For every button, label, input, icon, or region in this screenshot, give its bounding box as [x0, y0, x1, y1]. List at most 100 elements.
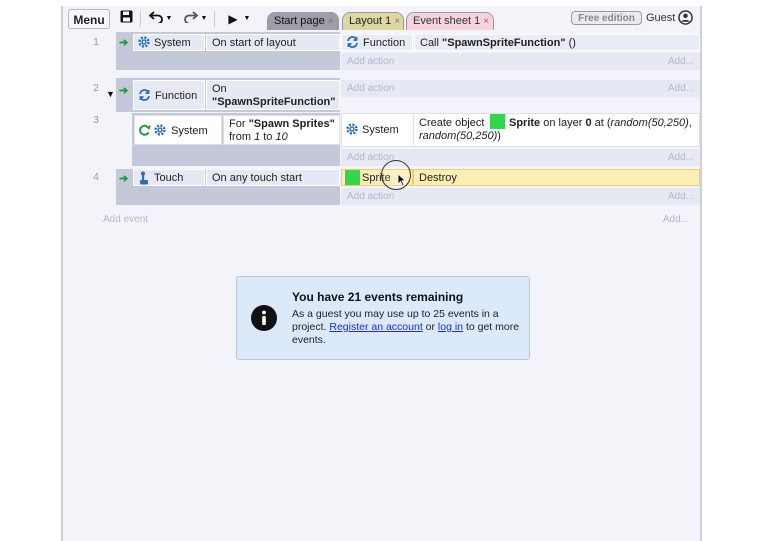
tab-start-page[interactable]: Start page ×: [267, 12, 339, 30]
trigger-arrow-icon: ➔: [119, 37, 129, 49]
close-tab-icon[interactable]: ×: [483, 16, 489, 27]
add-event-row[interactable]: Add event Add...: [63, 210, 700, 227]
action-object-name: Function: [363, 37, 406, 49]
action-label: Destroy: [419, 172, 457, 184]
action-label-line: Create object: [419, 117, 484, 130]
action-label-comma: ,: [688, 117, 692, 129]
tab-label: Event sheet 1: [413, 15, 481, 27]
action-label-prefix: Call: [420, 37, 443, 49]
condition-object-name: System: [171, 125, 208, 137]
event-sheet[interactable]: 1 ➔ System On start of layout Function C…: [63, 32, 700, 541]
condition-text[interactable]: On any touch start: [206, 169, 340, 186]
free-edition-badge[interactable]: Free edition: [571, 11, 642, 25]
close-tab-icon[interactable]: ×: [328, 16, 334, 27]
action-label-line: random(50,250)): [419, 130, 501, 143]
action-text[interactable]: Destroy: [413, 169, 700, 186]
add-action-link[interactable]: Add action: [347, 190, 394, 203]
gear-icon: [346, 123, 358, 139]
toolbar-divider: [140, 11, 141, 27]
close-tab-icon[interactable]: ×: [394, 16, 400, 27]
notice-body: As a guest you may use up to 25 events i…: [292, 308, 522, 347]
sprite-thumbnail: [490, 114, 505, 129]
undo-icon[interactable]: [147, 10, 165, 28]
gear-icon: [138, 36, 150, 52]
condition-label-mid: to: [260, 131, 276, 143]
condition-label-line: from 1 to 10: [229, 131, 288, 144]
loop-icon: [138, 124, 151, 140]
redo-icon[interactable]: [181, 10, 199, 28]
add-event-link[interactable]: Add event: [103, 213, 148, 226]
mouse-pointer-icon: [397, 173, 407, 187]
add-event-more-link[interactable]: Add...: [663, 213, 689, 226]
trigger-arrow-icon: ➔: [119, 173, 129, 185]
action-text[interactable]: Call "SpawnSpriteFunction" (): [414, 34, 700, 51]
condition-object[interactable]: Function: [133, 80, 205, 110]
action-object[interactable]: System: [342, 114, 412, 146]
action-label-close: ): [497, 130, 501, 142]
add-action-row[interactable]: Add action Add...: [341, 53, 700, 70]
action-label-mid: on layer: [540, 117, 586, 129]
notice-title: You have 21 events remaining: [292, 290, 464, 304]
add-more-link[interactable]: Add...: [668, 82, 694, 95]
collapse-arrow-icon[interactable]: ▼: [106, 89, 115, 99]
register-account-link[interactable]: Register an account: [329, 321, 422, 333]
tab-label: Start page: [274, 15, 325, 27]
condition-text[interactable]: On start of layout: [206, 34, 340, 51]
condition-text[interactable]: For "Spawn Sprites" from 1 to 10: [223, 115, 340, 145]
tab-layout-1[interactable]: Layout 1 ×: [342, 12, 404, 30]
info-icon: [251, 305, 277, 331]
condition-text[interactable]: On "SpawnSpriteFunction": [206, 80, 340, 110]
function-name: "SpawnSpriteFunction": [212, 96, 336, 108]
condition-label-prefix: from: [229, 131, 255, 143]
user-account-icon[interactable]: [678, 10, 694, 26]
action-object[interactable]: Function: [341, 34, 413, 51]
condition-label-prefix: For: [229, 118, 249, 130]
condition-object[interactable]: System: [134, 115, 222, 145]
condition-object-name: Touch: [154, 172, 184, 184]
add-more-link[interactable]: Add...: [668, 55, 694, 68]
tab-event-sheet-1[interactable]: Event sheet 1 ×: [406, 12, 494, 30]
play-dropdown-icon[interactable]: ▼: [243, 10, 251, 28]
redo-dropdown-icon[interactable]: ▼: [200, 10, 208, 28]
gear-icon: [154, 124, 166, 140]
event-number: 4: [93, 172, 99, 183]
sprite-thumbnail: [345, 170, 360, 185]
user-name[interactable]: Guest: [646, 11, 675, 25]
condition-label-line: On: [212, 83, 227, 95]
condition-label: On start of layout: [212, 37, 296, 49]
loop-name: "Spawn Sprites": [248, 118, 335, 130]
condition-object[interactable]: Touch: [133, 169, 205, 186]
save-icon[interactable]: [118, 10, 134, 28]
action-label-line: Sprite on layer 0 at (random(50,250),: [509, 117, 692, 130]
construct-editor: Menu ▼ ▼ ▶ ▼ Start page × Layout 1 × Event…: [61, 6, 702, 541]
add-action-row[interactable]: Add action Add...: [341, 188, 700, 205]
undo-dropdown-icon[interactable]: ▼: [165, 10, 173, 28]
function-name: "SpawnSpriteFunction": [442, 37, 566, 49]
function-icon: [346, 36, 359, 52]
menu-button[interactable]: Menu: [68, 9, 110, 29]
add-more-link[interactable]: Add...: [668, 151, 694, 164]
play-icon[interactable]: ▶: [226, 10, 240, 28]
loop-end-value: 10: [275, 131, 288, 143]
action-label-at: at (: [591, 117, 611, 129]
action-object-name: System: [362, 124, 399, 136]
add-action-link[interactable]: Add action: [347, 55, 394, 68]
condition-object-name: System: [154, 37, 191, 49]
add-more-link[interactable]: Add...: [668, 190, 694, 203]
add-action-link[interactable]: Add action: [347, 82, 394, 95]
action-label-suffix: (): [565, 37, 576, 49]
action-label: Call "SpawnSpriteFunction" (): [420, 37, 576, 50]
condition-object[interactable]: System: [133, 34, 205, 51]
add-action-row[interactable]: Add action Add...: [341, 80, 700, 97]
log-in-link[interactable]: log in: [438, 321, 463, 333]
toolbar: Menu ▼ ▼ ▶ ▼ Start page × Layout 1 × Event…: [63, 6, 700, 32]
events-remaining-notice: You have 21 events remaining As a guest …: [236, 276, 530, 360]
function-icon: [138, 89, 151, 105]
event-number: 2: [93, 83, 99, 94]
condition-object-name: Function: [155, 90, 198, 102]
condition-label: On any touch start: [212, 172, 302, 184]
event-number: 1: [93, 37, 99, 48]
condition-label-line: For "Spawn Sprites": [229, 118, 335, 131]
action-text[interactable]: Create object Sprite on layer 0 at (rand…: [413, 114, 699, 146]
notice-text: or: [422, 321, 438, 333]
